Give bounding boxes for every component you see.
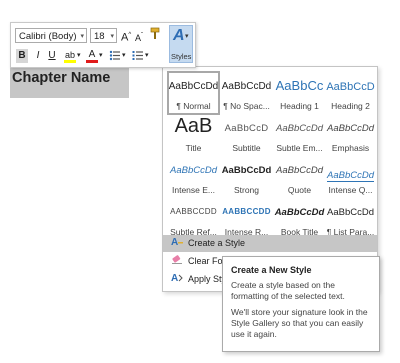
mini-toolbar: Calibri (Body) ▾ 18 ▾ A^ Aˇ B I U ab ▾ A… — [10, 22, 196, 68]
chevron-down-icon[interactable]: ▾ — [77, 49, 81, 63]
style-preview: AaBbCcDd — [170, 165, 217, 176]
style-caption: Intense E... — [172, 185, 215, 195]
font-name-box[interactable]: Calibri (Body) ▾ — [15, 28, 87, 43]
svg-text:A: A — [171, 237, 178, 247]
style-caption: Heading 1 — [280, 101, 319, 111]
style-preview: AaBbCcDd — [327, 170, 374, 182]
styles-icon: A — [173, 27, 185, 44]
create-style-icon: A — [171, 235, 183, 253]
font-color-button[interactable]: A — [86, 48, 98, 63]
font-size-box[interactable]: 18 ▾ — [90, 28, 117, 43]
tooltip-description: We'll store your signature look in the S… — [231, 307, 368, 339]
highlight-button[interactable]: ab — [63, 48, 77, 63]
svg-text:A: A — [171, 273, 178, 283]
chevron-down-icon[interactable]: ▾ — [99, 49, 103, 63]
style-tile-heading-1[interactable]: AaBbCc Heading 1 — [273, 71, 326, 115]
style-tile-normal[interactable]: AaBbCcDd ¶ Normal — [167, 71, 220, 115]
bold-button[interactable]: B — [16, 49, 28, 63]
chevron-down-icon[interactable]: ▾ — [80, 29, 84, 42]
style-preview: AaBbCcDd — [221, 165, 272, 176]
style-tile-strong[interactable]: AaBbCcDd Strong — [220, 155, 273, 199]
tooltip-title: Create a New Style — [231, 265, 312, 275]
styles-button[interactable]: A ▾ Styles — [169, 25, 193, 63]
highlight-color-bar — [64, 60, 76, 63]
style-preview: AaBbCcDd — [276, 123, 323, 134]
style-caption: Intense Q... — [328, 185, 373, 195]
style-preview: AaBbCcDd — [222, 207, 271, 216]
style-preview: AaBbCcD — [326, 81, 375, 93]
style-tile-heading-2[interactable]: AaBbCcD Heading 2 — [324, 71, 377, 115]
format-painter-icon — [150, 27, 160, 39]
style-caption: Quote — [287, 185, 312, 195]
tooltip-description: Create a style based on the formatting o… — [231, 280, 345, 301]
font-size-value: 18 — [94, 31, 105, 42]
style-caption: ¶ Normal — [176, 101, 211, 111]
grow-font-button[interactable]: A^ — [121, 28, 131, 44]
style-tile-subtitle[interactable]: AaBbCcD Subtitle — [220, 113, 273, 157]
style-tile-emphasis[interactable]: AaBbCcDd Emphasis — [324, 113, 377, 157]
numbering-button[interactable] — [132, 49, 144, 63]
style-tile-intense-emphasis[interactable]: AaBbCcDd Intense E... — [167, 155, 220, 199]
font-color-icon: A — [88, 49, 96, 60]
style-tile-subtle-emphasis[interactable]: AaBbCcDd Subtle Em... — [273, 113, 326, 157]
style-caption: Emphasis — [331, 143, 370, 153]
style-caption: Heading 2 — [331, 101, 370, 111]
style-tile-no-spacing[interactable]: AaBbCcDd ¶ No Spac... — [220, 71, 273, 115]
menu-label: Create a Style — [188, 238, 246, 248]
style-caption: Title — [185, 143, 202, 153]
style-preview: AaBbCcDd — [170, 207, 217, 216]
style-preview: AaBbCcDd — [221, 81, 272, 92]
font-color-bar — [86, 60, 98, 63]
styles-label: Styles — [171, 52, 192, 61]
style-caption: Strong — [233, 185, 260, 195]
style-preview: AaBbCc — [275, 78, 324, 93]
style-preview: AaBbCcDd — [276, 165, 323, 176]
tooltip: Create a New Style Create a style based … — [222, 256, 380, 352]
apply-styles-icon: A — [171, 271, 183, 289]
style-preview: AaBbCcD — [224, 123, 269, 134]
style-caption: Subtle Em... — [276, 143, 323, 153]
style-tile-quote[interactable]: AaBbCcDd Quote — [273, 155, 326, 199]
style-preview: AaBbCcDd — [327, 207, 374, 218]
menu-create-style[interactable]: A Create a Style — [163, 235, 377, 252]
underline-button[interactable]: U — [47, 49, 57, 63]
style-tile-title[interactable]: AaB Title — [167, 113, 220, 157]
format-painter-button[interactable] — [149, 27, 161, 41]
style-preview: AaBbCcDd — [327, 123, 374, 134]
bullets-icon — [109, 50, 120, 61]
font-name-value: Calibri (Body) — [19, 31, 77, 42]
bullets-button[interactable] — [109, 49, 121, 63]
chevron-down-icon[interactable]: ▾ — [110, 29, 114, 44]
highlight-icon: ab — [64, 50, 75, 60]
clear-formatting-icon — [171, 253, 183, 271]
chapter-heading[interactable]: Chapter Name — [12, 70, 110, 86]
style-caption: Subtitle — [232, 143, 261, 153]
style-preview: AaBbCcDd — [274, 207, 325, 218]
chevron-down-icon[interactable]: ▾ — [122, 49, 126, 63]
chevron-down-icon[interactable]: ▾ — [145, 49, 149, 63]
style-preview: AaBbCcDd — [168, 81, 219, 92]
shrink-font-button[interactable]: Aˇ — [135, 29, 143, 43]
numbering-icon — [132, 51, 143, 60]
style-tile-intense-quote[interactable]: AaBbCcDd Intense Q... — [324, 155, 377, 199]
chevron-down-icon: ▾ — [185, 33, 189, 40]
italic-button[interactable]: I — [33, 49, 43, 63]
style-preview: AaB — [174, 115, 213, 137]
style-caption: ¶ No Spac... — [223, 101, 270, 111]
